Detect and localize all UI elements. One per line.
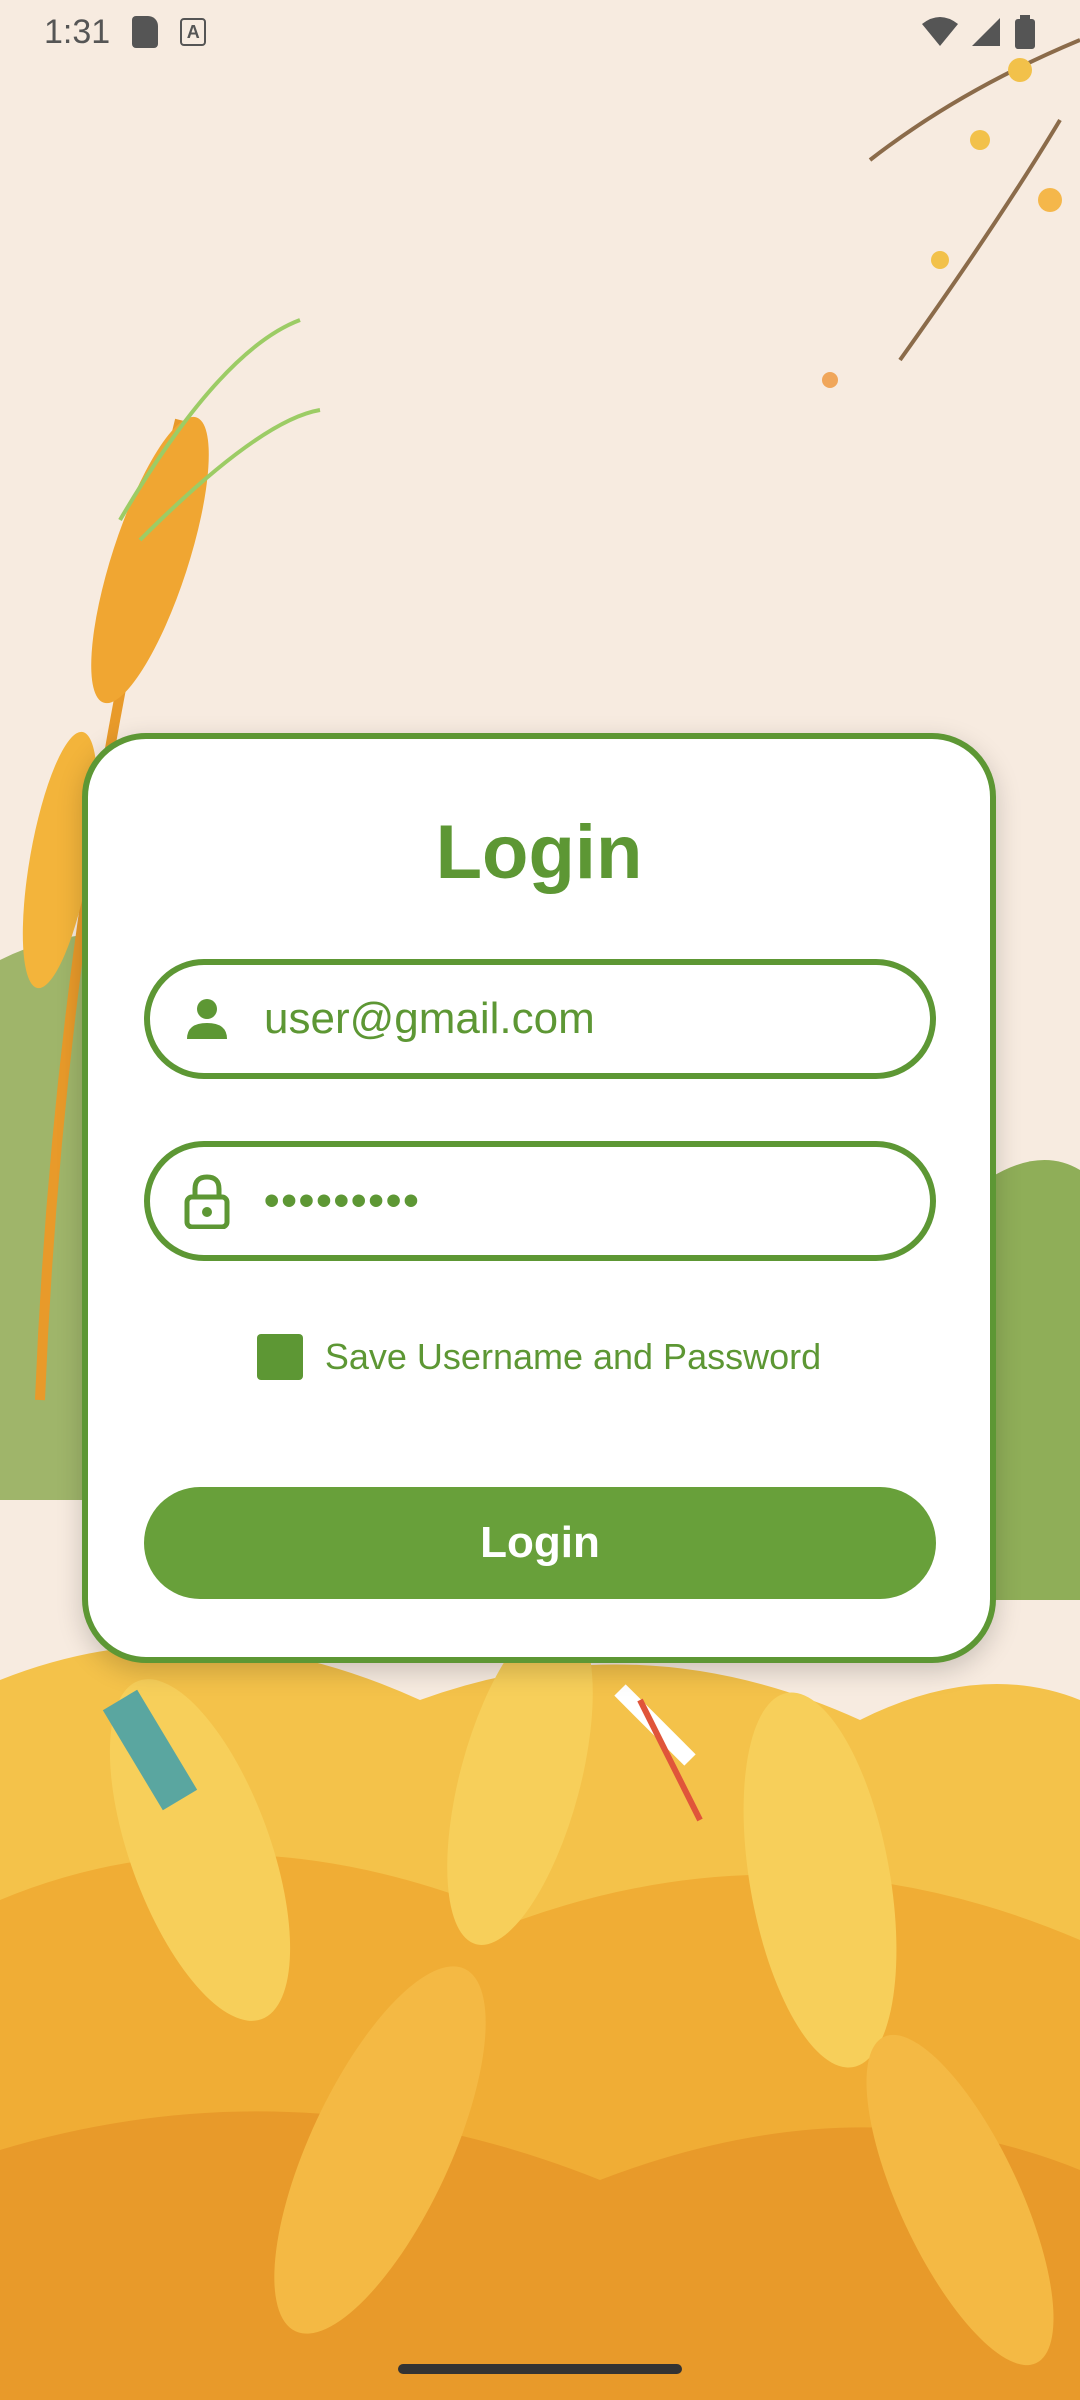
email-value: user@gmail.com xyxy=(264,994,595,1043)
battery-icon xyxy=(1015,15,1035,49)
home-indicator[interactable] xyxy=(398,2364,682,2374)
login-card: Login user@gmail.com ••••••••• Save User… xyxy=(82,733,996,1663)
email-field[interactable]: user@gmail.com xyxy=(144,959,936,1079)
user-icon xyxy=(180,992,234,1046)
login-title: Login xyxy=(435,810,643,895)
signal-icon xyxy=(972,18,1000,46)
password-value: ••••••••• xyxy=(264,1176,421,1225)
login-button[interactable]: Login xyxy=(144,1487,936,1599)
remember-row[interactable]: Save Username and Password xyxy=(88,1334,990,1380)
lock-icon xyxy=(180,1174,234,1229)
remember-label: Save Username and Password xyxy=(324,1336,822,1377)
remember-checkbox[interactable] xyxy=(256,1334,303,1380)
a-notification-icon: A xyxy=(180,18,207,46)
password-field[interactable]: ••••••••• xyxy=(144,1141,936,1261)
sd-card-icon xyxy=(132,16,159,48)
status-time: 1:31 xyxy=(44,12,111,51)
wifi-icon xyxy=(922,17,958,46)
status-bar: 1:31 A xyxy=(0,0,1080,64)
